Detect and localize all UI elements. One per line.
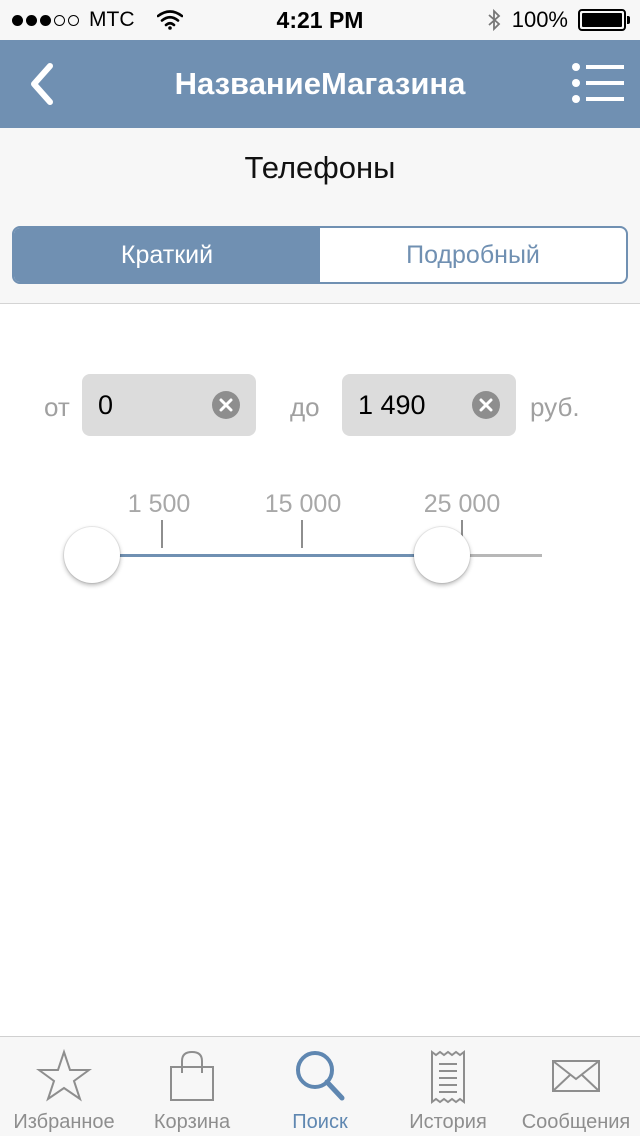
segment-short[interactable]: Краткий [14, 228, 320, 282]
view-mode-segmented-control: Краткий Подробный [12, 226, 628, 284]
slider-tick [301, 520, 303, 548]
clear-from-button[interactable] [212, 391, 240, 419]
tab-label: Сообщения [521, 1111, 631, 1133]
currency-label: руб. [530, 392, 580, 422]
tab-messages[interactable]: Сообщения [512, 1037, 640, 1137]
tab-label: Корзина [153, 1111, 231, 1133]
price-to-input[interactable] [358, 374, 478, 436]
battery-icon [578, 9, 630, 31]
list-menu-icon [572, 63, 624, 103]
tab-favorites[interactable]: Избранное [0, 1037, 128, 1137]
envelope-icon [552, 1060, 600, 1092]
battery-percent: 100% [511, 7, 568, 32]
slider-tick-label: 15 000 [264, 490, 342, 518]
segment-detailed[interactable]: Подробный [320, 228, 626, 282]
tab-search[interactable]: Поиск [256, 1037, 384, 1137]
bluetooth-icon [488, 8, 501, 32]
tab-bar: Избранное Корзина Поиск История Сообщени… [0, 1036, 640, 1136]
price-to-label: до [290, 392, 320, 422]
shopping-bag-icon [170, 1050, 214, 1101]
tab-history[interactable]: История [384, 1037, 512, 1137]
slider-selected-range [92, 554, 442, 557]
menu-button[interactable] [572, 62, 626, 106]
category-title: Телефоны [244, 150, 396, 185]
slider-tick-label: 1 500 [127, 490, 191, 518]
clear-icon [219, 398, 233, 412]
tab-cart[interactable]: Корзина [128, 1037, 256, 1137]
price-from-field [82, 374, 256, 436]
price-from-label: от [44, 392, 70, 422]
slider-tick-label: 25 000 [423, 490, 501, 518]
price-to-field [342, 374, 516, 436]
search-icon [296, 1051, 345, 1101]
tab-label: История [409, 1111, 487, 1133]
slider-min-handle[interactable] [64, 527, 120, 583]
clear-icon [479, 398, 493, 412]
slider-tick [161, 520, 163, 548]
store-title: НазваниеМагазина [174, 66, 466, 101]
star-icon [36, 1049, 92, 1102]
slider-max-handle[interactable] [414, 527, 470, 583]
status-bar: МТС 4:21 PM 100% [0, 0, 640, 40]
tab-label: Избранное [13, 1111, 115, 1133]
tab-label: Поиск [292, 1111, 348, 1133]
price-from-input[interactable] [98, 374, 218, 436]
clear-to-button[interactable] [472, 391, 500, 419]
receipt-icon [431, 1050, 465, 1104]
category-header: Телефоны Краткий Подробный [0, 128, 640, 304]
navigation-bar: НазваниеМагазина [0, 40, 640, 128]
